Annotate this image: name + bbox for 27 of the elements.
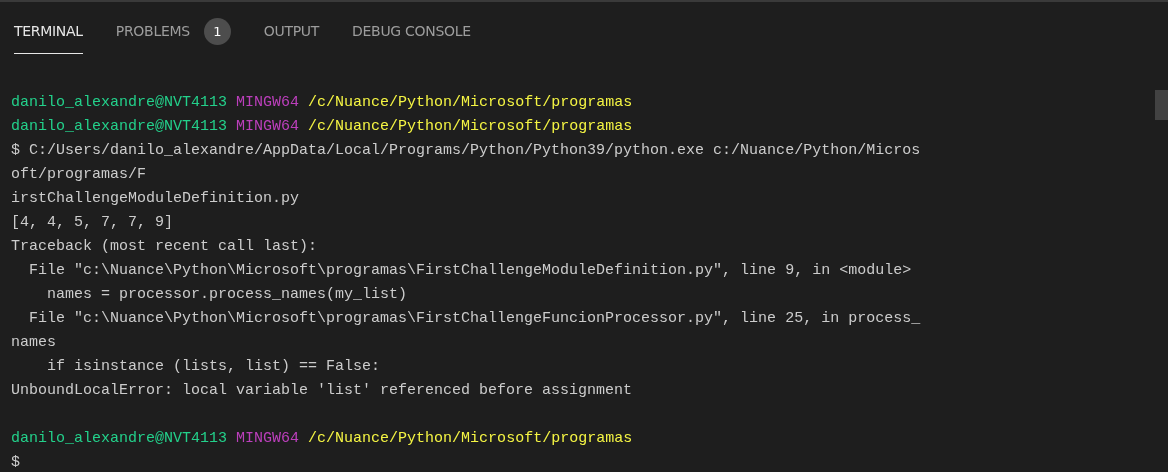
terminal-output-line: [4, 4, 5, 7, 7, 9] xyxy=(11,214,174,231)
prompt-user: danilo_alexandre@NVT4113 xyxy=(11,430,228,447)
terminal-output-line: irstChallengeModuleDefinition.py xyxy=(11,190,300,207)
panel-tab[interactable]: OUTPUT xyxy=(263,21,320,54)
count-badge: 1 xyxy=(203,18,231,45)
panel-tab[interactable]: DEBUG CONSOLE xyxy=(352,21,471,54)
terminal-output-line: oft/programas/F xyxy=(11,166,147,183)
terminal-output-line: names xyxy=(11,334,56,351)
scrollbar-thumb[interactable] xyxy=(1155,90,1168,120)
terminal-output-line: File "c:\Nuance\Python\Microsoft\programas\FirstChallengeModuleDefinition.py", line 9, in <module> xyxy=(28,262,912,279)
prompt-user: danilo_alexandre@NVT4113 xyxy=(11,118,228,135)
prompt-user: danilo_alexandre@NVT4113 xyxy=(11,94,228,111)
prompt-path: /c/Nuance/Python/Microsoft/programas xyxy=(308,430,633,447)
prompt-path: /c/Nuance/Python/Microsoft/programas xyxy=(308,118,633,135)
terminal-output-line: UnboundLocalError: local variable 'list' referenced before assignment xyxy=(11,382,633,399)
prompt-shell: MINGW64 xyxy=(236,94,300,111)
terminal-output-line: names = processor.process_names(my_list) xyxy=(46,286,408,303)
panel-tab[interactable]: PROBLEMS xyxy=(115,21,190,54)
terminal-output-line: if isinstance (lists, list) == False: xyxy=(46,358,381,375)
prompt-shell: MINGW64 xyxy=(236,118,300,135)
prompt-path: /c/Nuance/Python/Microsoft/programas xyxy=(308,94,633,111)
panel-tab[interactable]: TERMINAL xyxy=(14,21,83,54)
terminal-output-line: Traceback (most recent call last): xyxy=(11,238,318,255)
prompt-shell: MINGW64 xyxy=(236,430,300,447)
terminal-output-line: $ C:/Users/danilo_alexandre/AppData/Local/Programs/Python/Python39/python.exe c:/Nuance/Python/Micros xyxy=(11,142,921,159)
terminal-output-line: $ xyxy=(11,454,20,471)
terminal-output-line: File "c:\Nuance\Python\Microsoft\programas\FirstChallengeFuncionProcessor.py", line 25, in process_ xyxy=(28,310,921,327)
